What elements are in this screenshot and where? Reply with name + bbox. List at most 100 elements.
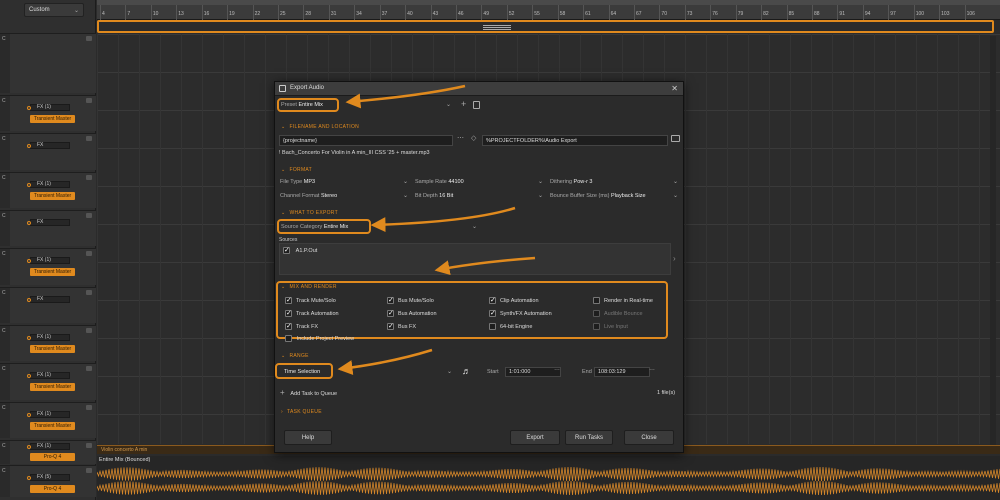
task-queue-section-header[interactable]: › TASK QUEUE (281, 409, 322, 415)
fx-rack-button[interactable]: FX (1) (27, 334, 70, 341)
plugin-slot[interactable]: Transient Master (30, 192, 75, 200)
start-more-icon[interactable]: … (554, 366, 560, 372)
track-header[interactable]: C FX (0, 210, 96, 246)
mix-option-checkbox[interactable] (593, 323, 600, 330)
mix-option[interactable]: Track FX (285, 322, 318, 330)
mix-option[interactable]: Track Mute/Solo (285, 296, 336, 304)
plugin-slot[interactable]: Pro-Q 4 (30, 453, 75, 461)
what-to-export-section-header[interactable]: ⌄ WHAT TO EXPORT (281, 210, 338, 216)
track-toggle-icon[interactable] (86, 251, 92, 256)
track-toggle-icon[interactable] (86, 468, 92, 473)
mix-option-checkbox[interactable] (489, 296, 496, 304)
bit-depth-dropdown[interactable]: Bit Depth 16 Bit ⌄ (415, 193, 543, 199)
plugin-slot[interactable]: Transient Master (30, 268, 75, 276)
mix-option[interactable]: Bus Automation (387, 309, 437, 317)
dialog-titlebar[interactable]: Export Audio ✕ (275, 82, 683, 96)
format-section-header[interactable]: ⌄ FORMAT (281, 167, 312, 173)
track-header[interactable]: C FX (0, 287, 96, 323)
mix-option-checkbox[interactable] (387, 322, 394, 330)
mix-option-checkbox[interactable] (593, 310, 600, 317)
bounce-buffer-dropdown[interactable]: Bounce Buffer Size (ms) Playback Size ⌄ (550, 193, 678, 199)
fx-power-icon[interactable] (27, 298, 31, 302)
source-category-dropdown[interactable]: Source Category Entire Mix ⌄ (281, 224, 477, 230)
mix-option[interactable]: Clip Automation (489, 296, 539, 304)
source-item[interactable]: A1.P.Out (283, 246, 317, 254)
folder-icon[interactable] (671, 135, 680, 142)
tag-icon[interactable]: ◇ (471, 134, 476, 142)
fx-rack-button[interactable]: FX (1) (27, 257, 70, 264)
plugin-slot[interactable]: Pro-Q 4 (30, 485, 75, 493)
track-header[interactable]: C FX (1) Transient Master (0, 95, 96, 131)
fx-power-icon[interactable] (27, 144, 31, 148)
mix-option[interactable]: Live Input (593, 323, 628, 330)
fx-power-icon[interactable] (27, 183, 31, 187)
track-toggle-icon[interactable] (86, 290, 92, 295)
file-type-dropdown[interactable]: File Type MP3 ⌄ (280, 179, 408, 185)
fx-rack-button[interactable]: FX (1) (27, 181, 70, 188)
fx-power-icon[interactable] (27, 336, 31, 340)
ruler-marker-strip[interactable] (97, 0, 1000, 5)
mix-option-checkbox[interactable] (489, 309, 496, 317)
fx-rack-button[interactable]: FX (27, 296, 70, 303)
fx-power-icon[interactable] (27, 445, 31, 449)
mix-option[interactable]: Bus Mute/Solo (387, 296, 434, 304)
delete-preset-icon[interactable] (473, 101, 480, 109)
fx-rack-button[interactable]: FX (1) (27, 411, 70, 418)
track-header[interactable]: C FX (1) Transient Master (0, 402, 96, 438)
track-toggle-icon[interactable] (86, 98, 92, 103)
fx-power-icon[interactable] (27, 221, 31, 225)
run-tasks-button[interactable]: Run Tasks (565, 430, 613, 445)
track-toggle-icon[interactable] (86, 36, 92, 41)
mix-option-checkbox[interactable] (285, 322, 292, 330)
track-toggle-icon[interactable] (86, 328, 92, 333)
fx-rack-button[interactable]: FX (5) (27, 474, 70, 481)
filename-input[interactable]: {projectname} (279, 135, 453, 146)
workspace-dropdown[interactable]: Custom ⌄ (24, 3, 84, 17)
plugin-slot[interactable]: Transient Master (30, 345, 75, 353)
add-preset-icon[interactable]: + (461, 99, 466, 109)
start-input[interactable]: 1:01:000 (505, 367, 561, 377)
mix-option[interactable]: Audible Bounce (593, 310, 643, 317)
mix-option[interactable]: Render in Real-time (593, 297, 653, 304)
track-header[interactable]: C FX (1) Transient Master (0, 325, 96, 361)
selection-grip-icon[interactable] (483, 24, 511, 30)
add-task-button[interactable]: + Add Task to Queue (280, 388, 337, 397)
fx-rack-button[interactable]: FX (27, 142, 70, 149)
mix-option-checkbox[interactable] (285, 296, 292, 304)
track-header[interactable]: C (0, 33, 96, 93)
plugin-slot[interactable]: Transient Master (30, 383, 75, 391)
more-options-icon[interactable]: ⋯ (457, 134, 464, 142)
track-header[interactable]: C FX (1) Transient Master (0, 363, 96, 400)
track-toggle-icon[interactable] (86, 175, 92, 180)
fx-rack-button[interactable]: FX (27, 219, 70, 226)
dithering-dropdown[interactable]: Dithering Pow-r 3 ⌄ (550, 179, 678, 185)
fx-power-icon[interactable] (27, 413, 31, 417)
fx-rack-button[interactable]: FX (1) (27, 104, 70, 111)
mix-option[interactable]: 64-bit Engine (489, 323, 532, 330)
vertical-scrollbar[interactable] (990, 36, 996, 446)
track-header[interactable]: C FX (5) Pro-Q 4 (0, 465, 96, 497)
chevron-right-icon[interactable]: › (673, 254, 676, 263)
mix-option[interactable]: Synth/FX Automation (489, 309, 552, 317)
source-checkbox[interactable] (283, 246, 290, 254)
mix-option[interactable]: Bus FX (387, 322, 416, 330)
track-toggle-icon[interactable] (86, 443, 92, 448)
end-input[interactable]: 108:03:129 (594, 367, 650, 377)
filename-section-header[interactable]: ⌄ FILENAME AND LOCATION (281, 124, 359, 130)
track-toggle-icon[interactable] (86, 405, 92, 410)
mix-option-checkbox[interactable] (489, 323, 496, 330)
folder-input[interactable]: %PROJECTFOLDER%\Audio Export (482, 135, 668, 146)
mix-option-checkbox[interactable] (285, 309, 292, 317)
preset-chevron-down-icon[interactable]: ⌄ (446, 101, 451, 108)
include-preview-checkbox[interactable] (285, 335, 292, 342)
fx-rack-button[interactable]: FX (1) (27, 443, 70, 450)
fx-power-icon[interactable] (27, 259, 31, 263)
fx-rack-button[interactable]: FX (1) (27, 372, 70, 379)
track-header[interactable]: C FX (1) Transient Master (0, 248, 96, 285)
close-icon[interactable]: ✕ (671, 84, 678, 93)
mix-option-checkbox[interactable] (387, 309, 394, 317)
track-toggle-icon[interactable] (86, 366, 92, 371)
mix-option-checkbox[interactable] (593, 297, 600, 304)
mix-render-section-header[interactable]: ⌄ MIX AND RENDER (281, 284, 337, 290)
export-button[interactable]: Export (510, 430, 560, 445)
